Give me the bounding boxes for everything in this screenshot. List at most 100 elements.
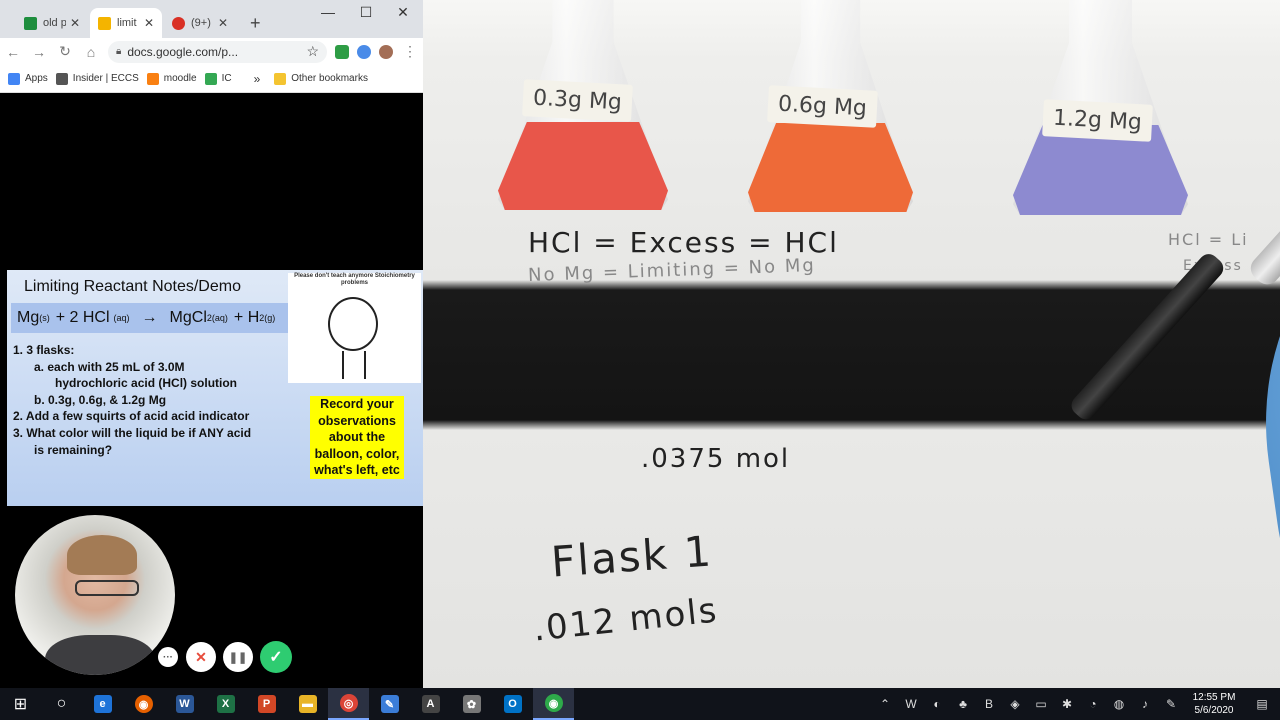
tray-overflow-icon[interactable]: ⌃ [872,688,898,720]
firefox-icon: ◉ [134,695,153,713]
taskbar-app-firefox[interactable]: ◉ [123,688,164,720]
tray-word-icon[interactable]: W [898,688,924,720]
insider-icon [55,72,68,85]
flask-3-label: 1.2g Mg [1042,99,1153,142]
back-icon[interactable]: ← [0,44,26,60]
menu-icon[interactable]: ⋮ [397,43,423,60]
whiteboard-mols-2: .012 mols [531,590,721,650]
tab-limiting[interactable]: limit ✕ [90,8,162,38]
tray-app-icon[interactable]: ◐ [924,688,950,720]
new-tab-button[interactable]: + [242,8,268,38]
note-line: 1. 3 flasks: [13,343,75,357]
pause-recording-button[interactable]: ❚❚ [223,642,253,672]
meme-caption: Please don't teach anymore Stoichiometry… [294,273,415,286]
apps-grid-icon [8,72,20,85]
bookmark-other[interactable]: Other bookmarks [274,72,368,85]
bookmark-insider[interactable]: Insider | ECCS [55,72,139,85]
cancel-recording-button[interactable]: ✕ [186,642,216,672]
taskbar-app-a[interactable]: A [410,688,451,720]
tab-old[interactable]: old p ✕ [16,8,88,38]
tray-app-icon[interactable]: B [976,688,1002,720]
close-icon[interactable]: ✕ [70,16,80,30]
flask-1-label: 0.3g Mg [522,79,633,122]
paint-icon: ✎ [380,695,399,713]
taskbar-app-file-explorer[interactable]: ▬ [287,688,328,720]
taskbar-app-paint[interactable]: ✎ [369,688,410,720]
tab-strip: old p ✕ limit ✕ (9+) ✕ + — ☐ ✕ [0,0,423,38]
taskbar-app-b[interactable]: ✿ [451,688,492,720]
flask-2: 0.6g Mg [748,0,913,212]
bookmark-ic[interactable]: IC [204,72,232,85]
network-icon[interactable]: ◍ [1106,688,1132,720]
star-icon[interactable]: ☆ [306,43,319,60]
forward-icon[interactable]: → [26,44,52,60]
taskbar-app-word[interactable]: W [164,688,205,720]
home-icon[interactable]: ⌂ [78,44,104,60]
eq-h-state: 2(g) [259,313,276,323]
webcam-bubble[interactable] [15,515,175,675]
browser-window: old p ✕ limit ✕ (9+) ✕ + — ☐ ✕ ← → ↻ ⌂ 🔒… [0,0,423,688]
bookmark-apps[interactable]: Apps [8,72,48,85]
extension-green-icon[interactable] [335,44,349,59]
note-line: 2. Add a few squirts of acid acid indica… [13,409,250,424]
eq-hcl: + 2 HCl [55,309,110,326]
tab-title: old p [43,17,66,29]
eq-mg: Mg [17,309,40,326]
slide-notes: 1. 3 flasks: a. each with 25 mL of 3.0M … [13,342,313,458]
wifi-icon[interactable]: ◔ [1080,688,1106,720]
note-line: is remaining? [34,442,113,457]
note-line: a. each with 25 mL of 3.0M [34,359,185,374]
start-button[interactable]: ⊞ [0,688,41,720]
taskbar-app-outlook[interactable]: O [492,688,533,720]
maximize-button[interactable]: ☐ [352,4,380,21]
clock[interactable]: 12:55 PM 5/6/2020 [1184,691,1244,717]
notifications-icon[interactable]: ▤ [1244,688,1280,720]
clock-time: 12:55 PM [1192,692,1236,703]
whiteboard-mols-1: .0375 mol [641,444,791,474]
bookmark-label: Apps [25,73,48,84]
browser-toolbar: ← → ↻ ⌂ 🔒︎ docs.google.com/p... ☆ ⋮ [0,38,423,65]
taskbar-app-excel[interactable]: X [205,688,246,720]
whiteboard-line-3: HCl = Li [1168,230,1249,249]
finish-recording-button[interactable]: ✓ [260,641,292,673]
taskbar-app-screencast[interactable]: ◉ [533,688,574,720]
volume-icon[interactable]: ♪ [1132,688,1158,720]
eq-arrow: → [141,309,158,326]
extension-blue-icon[interactable] [357,44,371,59]
tray-app-icon[interactable]: ♣ [950,688,976,720]
tab-notifications[interactable]: (9+) ✕ [164,8,236,38]
address-bar[interactable]: 🔒︎ docs.google.com/p... ☆ [108,40,327,63]
outlook-icon: O [503,695,522,713]
bookmarks-bar: Apps Insider | ECCS moodle IC » Other bo… [0,65,423,93]
avatar[interactable] [379,44,393,59]
reload-icon[interactable]: ↻ [52,43,78,60]
taskbar-app-edge[interactable]: e [82,688,123,720]
bookmark-moodle[interactable]: moodle [146,72,197,85]
folder-icon [274,72,287,85]
more-bookmarks-chevron[interactable]: » [254,72,261,86]
taskbar: ⊞ ○ e ◉ W X P ▬ ◎ ✎ A ✿ O ◉ ⌃ W ◐ ♣ B ◈ … [0,688,1280,720]
taskbar-app-chrome[interactable]: ◎ [328,688,369,720]
eq-hcl-state: (aq) [113,313,130,323]
marker [1067,250,1228,424]
meme-face [328,297,378,351]
battery-icon[interactable]: ▭ [1028,688,1054,720]
taskbar-app-powerpoint[interactable]: P [246,688,287,720]
close-icon[interactable]: ✕ [144,16,154,30]
whiteboard-flask-1: Flask 1 [549,526,715,587]
flask-1: 0.3g Mg [498,0,668,210]
close-window-button[interactable]: ✕ [389,4,417,21]
lock-icon: 🔒︎ [116,46,122,57]
close-icon[interactable]: ✕ [218,16,228,30]
more-options-button[interactable]: ··· [158,647,178,667]
pen-icon[interactable]: ✎ [1158,688,1184,720]
tray-app-icon[interactable]: ◈ [1002,688,1028,720]
eq-mg-state: (s) [39,313,50,323]
meme-image: Please don't teach anymore Stoichiometry… [288,273,421,383]
bluetooth-icon[interactable]: ✱ [1054,688,1080,720]
flask-2-liquid [748,122,913,212]
minimize-button[interactable]: — [314,4,342,20]
excel-icon: X [216,695,235,713]
search-button[interactable]: ○ [41,688,82,720]
chrome-icon: ◎ [339,694,358,712]
